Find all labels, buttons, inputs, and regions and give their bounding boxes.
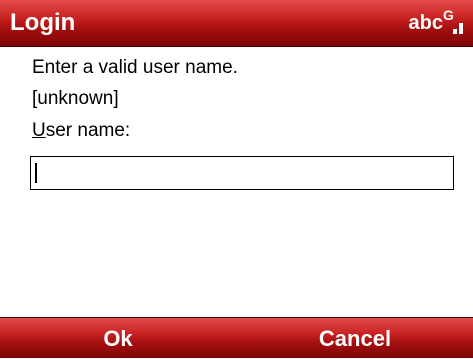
window-title: Login (10, 9, 76, 36)
signal-bar-1 (453, 29, 457, 34)
text-caret (35, 163, 37, 183)
signal-strength-icon: G (443, 8, 467, 38)
signal-bar-2 (459, 23, 463, 34)
softkey-bar: Ok Cancel (0, 317, 473, 358)
instruction-text: Enter a valid user name. (32, 57, 238, 78)
ok-softkey[interactable]: Ok (0, 318, 236, 359)
cancel-softkey[interactable]: Cancel (237, 318, 473, 359)
user-name-label: User name: (32, 120, 131, 141)
current-value-text: [unknown] (32, 88, 119, 109)
input-mode-indicator: abc (408, 12, 443, 34)
dialog-content: Enter a valid user name. [unknown] User … (0, 47, 473, 317)
network-type-label: G (443, 7, 454, 23)
user-name-input[interactable] (30, 156, 454, 190)
title-bar: Login abc G (0, 0, 473, 47)
